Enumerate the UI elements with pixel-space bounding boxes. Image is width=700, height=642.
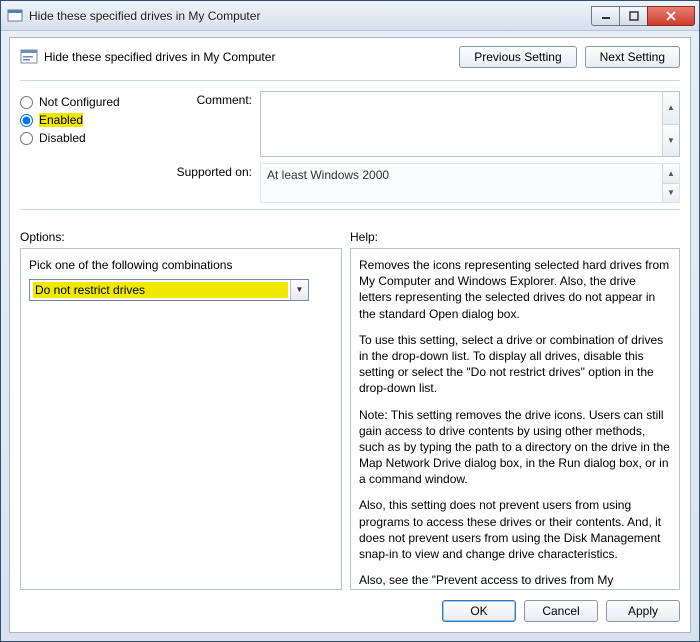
help-panel[interactable]: Removes the icons representing selected … <box>350 248 680 590</box>
previous-setting-button[interactable]: Previous Setting <box>459 46 576 68</box>
policy-icon <box>20 48 38 66</box>
radio-enabled[interactable]: Enabled <box>20 113 170 127</box>
window-controls <box>592 6 695 26</box>
comment-scroll[interactable]: ▲▼ <box>662 92 679 156</box>
divider <box>20 209 680 210</box>
lower-section: Options: Pick one of the following combi… <box>20 230 680 590</box>
radio-not-configured[interactable]: Not Configured <box>20 95 170 109</box>
policy-title: Hide these specified drives in My Comput… <box>44 50 459 64</box>
window-title: Hide these specified drives in My Comput… <box>29 9 592 23</box>
options-panel: Pick one of the following combinations D… <box>20 248 342 590</box>
chevron-down-icon[interactable]: ▼ <box>662 184 679 203</box>
titlebar[interactable]: Hide these specified drives in My Comput… <box>1 1 699 31</box>
chevron-up-icon[interactable]: ▲ <box>662 92 679 125</box>
help-paragraph: Note: This setting removes the drive ico… <box>359 407 671 488</box>
help-label: Help: <box>350 230 680 244</box>
chevron-down-icon[interactable]: ▼ <box>290 280 308 300</box>
config-section: Not Configured Enabled Disabled Comment:… <box>20 91 680 203</box>
radio-enabled-input[interactable] <box>20 114 33 127</box>
options-column: Options: Pick one of the following combi… <box>20 230 342 590</box>
help-paragraph: Also, see the "Prevent access to drives … <box>359 572 671 590</box>
policy-editor-window: Hide these specified drives in My Comput… <box>0 0 700 642</box>
supported-scroll[interactable]: ▲▼ <box>662 164 679 202</box>
ok-button[interactable]: OK <box>442 600 516 622</box>
apply-button[interactable]: Apply <box>606 600 680 622</box>
footer-buttons: OK Cancel Apply <box>20 590 680 622</box>
radio-not-configured-label: Not Configured <box>39 95 120 109</box>
state-radios: Not Configured Enabled Disabled <box>20 91 170 203</box>
config-right: Comment: ▲▼ Supported on: At least Windo… <box>170 91 680 203</box>
minimize-button[interactable] <box>591 6 620 26</box>
next-setting-button[interactable]: Next Setting <box>585 46 680 68</box>
options-label: Options: <box>20 230 342 244</box>
supported-value: At least Windows 2000 <box>267 168 389 182</box>
help-column: Help: Removes the icons representing sel… <box>350 230 680 590</box>
cancel-button[interactable]: Cancel <box>524 600 598 622</box>
drives-combo-value: Do not restrict drives <box>33 282 288 298</box>
supported-field: At least Windows 2000 ▲▼ <box>260 163 680 203</box>
help-paragraph: To use this setting, select a drive or c… <box>359 332 671 397</box>
help-paragraph: Also, this setting does not prevent user… <box>359 497 671 562</box>
maximize-button[interactable] <box>619 6 648 26</box>
comment-field[interactable]: ▲▼ <box>260 91 680 157</box>
content-area: Hide these specified drives in My Comput… <box>9 37 691 633</box>
chevron-down-icon[interactable]: ▼ <box>662 125 679 157</box>
radio-not-configured-input[interactable] <box>20 96 33 109</box>
radio-disabled-label: Disabled <box>39 131 86 145</box>
radio-enabled-label: Enabled <box>39 113 83 127</box>
comment-row: Comment: ▲▼ <box>170 91 680 157</box>
header-row: Hide these specified drives in My Comput… <box>20 46 680 68</box>
radio-disabled[interactable]: Disabled <box>20 131 170 145</box>
radio-disabled-input[interactable] <box>20 132 33 145</box>
chevron-up-icon[interactable]: ▲ <box>662 164 679 184</box>
supported-label: Supported on: <box>170 163 260 179</box>
help-paragraph: Removes the icons representing selected … <box>359 257 671 322</box>
divider <box>20 80 680 81</box>
supported-row: Supported on: At least Windows 2000 ▲▼ <box>170 163 680 203</box>
drives-combo[interactable]: Do not restrict drives ▼ <box>29 279 309 301</box>
comment-label: Comment: <box>170 91 260 107</box>
nav-buttons: Previous Setting Next Setting <box>459 46 680 68</box>
close-button[interactable] <box>647 6 695 26</box>
window-icon <box>7 8 23 24</box>
options-instruction: Pick one of the following combinations <box>29 257 333 273</box>
